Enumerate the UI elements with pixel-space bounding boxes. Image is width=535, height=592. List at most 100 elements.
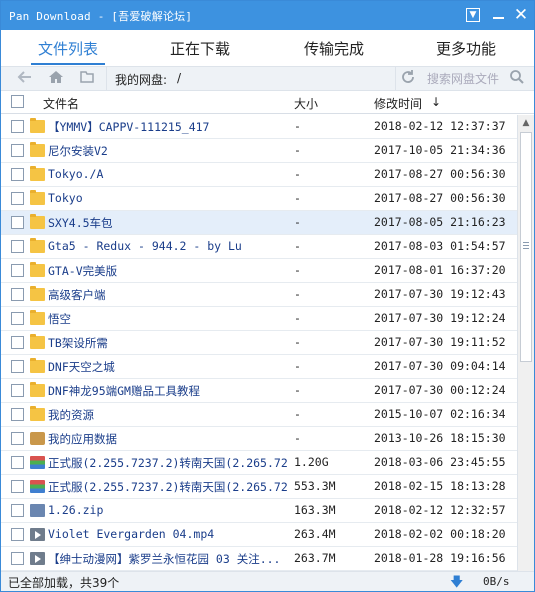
file-modified: 2017-07-30 19:12:43: [374, 287, 506, 301]
file-name[interactable]: 正式服(2.255.7237.2)转南天国(2.265.72...: [48, 479, 288, 495]
grip-line: [523, 242, 529, 243]
main-tabs: 文件列表 正在下载 传输完成 更多功能: [1, 30, 534, 66]
folder-icon: [30, 118, 45, 133]
file-name[interactable]: Tokyo: [48, 191, 288, 205]
row-checkbox[interactable]: [11, 336, 24, 349]
file-modified: 2018-02-15 18:13:28: [374, 479, 506, 493]
search-icon[interactable]: [507, 69, 527, 89]
row-checkbox[interactable]: [11, 288, 24, 301]
file-size: 553.3M: [294, 479, 336, 493]
row-checkbox[interactable]: [11, 144, 24, 157]
sort-descending-icon[interactable]: ↓: [431, 95, 441, 109]
file-row[interactable]: DNF神龙95端GM赠品工具教程 - 2017-07-30 00:12:24: [1, 379, 517, 403]
tab-downloading[interactable]: 正在下载: [170, 38, 230, 59]
row-checkbox[interactable]: [11, 240, 24, 253]
file-row[interactable]: 高级客户端 - 2017-07-30 19:12:43: [1, 283, 517, 307]
close-button[interactable]: ✕: [512, 6, 530, 24]
folder-icon[interactable]: [77, 69, 97, 89]
file-name[interactable]: 【YMMV】CAPPV-111215_417: [48, 119, 288, 135]
file-name[interactable]: 正式服(2.255.7237.2)转南天国(2.265.72...: [48, 455, 288, 471]
file-size: -: [294, 239, 301, 253]
row-checkbox[interactable]: [11, 360, 24, 373]
row-checkbox[interactable]: [11, 192, 24, 205]
tab-completed[interactable]: 传输完成: [304, 38, 364, 59]
row-checkbox[interactable]: [11, 264, 24, 277]
scroll-up-icon[interactable]: ▲: [518, 115, 534, 131]
menu-dropdown-icon[interactable]: ▼: [466, 8, 480, 22]
file-size: -: [294, 191, 301, 205]
row-checkbox[interactable]: [11, 504, 24, 517]
row-checkbox[interactable]: [11, 120, 24, 133]
file-name[interactable]: 【绅士动漫网】紫罗兰永恒花园 03 关注...: [48, 551, 288, 567]
file-name[interactable]: GTA-V完美版: [48, 263, 288, 279]
row-checkbox[interactable]: [11, 528, 24, 541]
file-row[interactable]: Gta5 - Redux - 944.2 - by Lu - 2017-08-03 …: [1, 235, 517, 259]
file-row[interactable]: 正式服(2.255.7237.2)转南天国(2.265.72... 1.20G 20…: [1, 451, 517, 475]
row-checkbox[interactable]: [11, 312, 24, 325]
file-row[interactable]: SXY4.5车包 - 2017-08-05 21:16:23: [1, 211, 517, 235]
file-name[interactable]: Gta5 - Redux - 944.2 - by Lu: [48, 239, 288, 253]
row-checkbox[interactable]: [11, 168, 24, 181]
file-row[interactable]: 尼尔安装V2- 2017-10-05 21:34:36: [1, 139, 517, 163]
path-value[interactable]: /: [177, 71, 181, 85]
file-row[interactable]: DNF天空之城 - 2017-07-30 09:04:14: [1, 355, 517, 379]
toolbar-divider: [395, 67, 396, 92]
file-name[interactable]: 我的资源: [48, 407, 288, 423]
file-name[interactable]: 尼尔安装V2: [48, 143, 288, 159]
file-size: -: [294, 287, 301, 301]
file-name[interactable]: TB架设所需: [48, 335, 288, 351]
file-row[interactable]: 【YMMV】CAPPV-111215_417- 2018-02-12 12:37:…: [1, 115, 517, 139]
row-checkbox[interactable]: [11, 432, 24, 445]
tab-file-list[interactable]: 文件列表: [38, 38, 98, 59]
vertical-scrollbar[interactable]: ▲: [517, 115, 534, 571]
select-all-checkbox[interactable]: [11, 95, 24, 108]
window-title: Pan Download - [吾爱破解论坛]: [9, 10, 193, 23]
file-row[interactable]: Tokyo./A - 2017-08-27 00:56:30: [1, 163, 517, 187]
row-checkbox[interactable]: [11, 456, 24, 469]
file-modified: 2017-08-27 00:56:30: [374, 167, 506, 181]
folder-icon: [30, 166, 45, 181]
column-header-modified[interactable]: 修改时间: [374, 95, 422, 112]
row-checkbox[interactable]: [11, 216, 24, 229]
file-name[interactable]: Tokyo./A: [48, 167, 288, 181]
file-row[interactable]: Tokyo - 2017-08-27 00:56:30: [1, 187, 517, 211]
refresh-icon[interactable]: [398, 69, 418, 89]
file-row[interactable]: GTA-V完美版 - 2017-08-01 16:37:20: [1, 259, 517, 283]
row-checkbox[interactable]: [11, 552, 24, 565]
file-row[interactable]: TB架设所需 - 2017-07-30 19:11:52: [1, 331, 517, 355]
arrow-left-icon[interactable]: [15, 69, 35, 89]
archive-icon: [30, 480, 45, 493]
file-name[interactable]: Violet Evergarden 04.mp4: [48, 527, 288, 541]
file-modified: 2015-10-07 02:16:34: [374, 407, 506, 421]
file-name[interactable]: DNF神龙95端GM赠品工具教程: [48, 383, 288, 399]
row-checkbox[interactable]: [11, 480, 24, 493]
file-name[interactable]: 悟空: [48, 311, 288, 327]
file-name[interactable]: DNF天空之城: [48, 359, 288, 375]
file-row[interactable]: Violet Evergarden 04.mp4 263.4M 2018-02-02…: [1, 523, 517, 547]
file-row[interactable]: 我的应用数据 - 2013-10-26 18:15:30: [1, 427, 517, 451]
row-checkbox[interactable]: [11, 384, 24, 397]
file-size: -: [294, 215, 301, 229]
file-row[interactable]: 【绅士动漫网】紫罗兰永恒花园 03 关注... 263.7M 2018-01-28 …: [1, 547, 517, 571]
file-name[interactable]: 高级客户端: [48, 287, 288, 303]
tab-more[interactable]: 更多功能: [436, 38, 496, 59]
file-row[interactable]: 1.26.zip 163.3M 2018-02-12 12:32:57: [1, 499, 517, 523]
status-bar: 已全部加载，共39个 🡇 0B/s: [1, 571, 534, 591]
scroll-thumb[interactable]: [520, 132, 532, 362]
column-header-size[interactable]: 大小: [294, 95, 318, 112]
home-icon[interactable]: [46, 69, 66, 89]
file-row[interactable]: 悟空 - 2017-07-30 19:12:24: [1, 307, 517, 331]
column-header-name[interactable]: 文件名: [43, 95, 79, 112]
file-name[interactable]: 1.26.zip: [48, 503, 288, 517]
search-input[interactable]: [421, 69, 509, 89]
file-modified: 2018-02-12 12:37:37: [374, 119, 506, 133]
row-checkbox[interactable]: [11, 408, 24, 421]
video-icon: [30, 552, 45, 565]
minimize-button[interactable]: [490, 6, 508, 24]
file-row[interactable]: 我的资源 - 2015-10-07 02:16:34: [1, 403, 517, 427]
file-modified: 2017-07-30 00:12:24: [374, 383, 506, 397]
file-name[interactable]: 我的应用数据: [48, 431, 288, 447]
file-modified: 2018-01-28 19:16:56: [374, 551, 506, 565]
file-name[interactable]: SXY4.5车包: [48, 215, 288, 231]
file-row[interactable]: 正式服(2.255.7237.2)转南天国(2.265.72... 553.3M 2…: [1, 475, 517, 499]
